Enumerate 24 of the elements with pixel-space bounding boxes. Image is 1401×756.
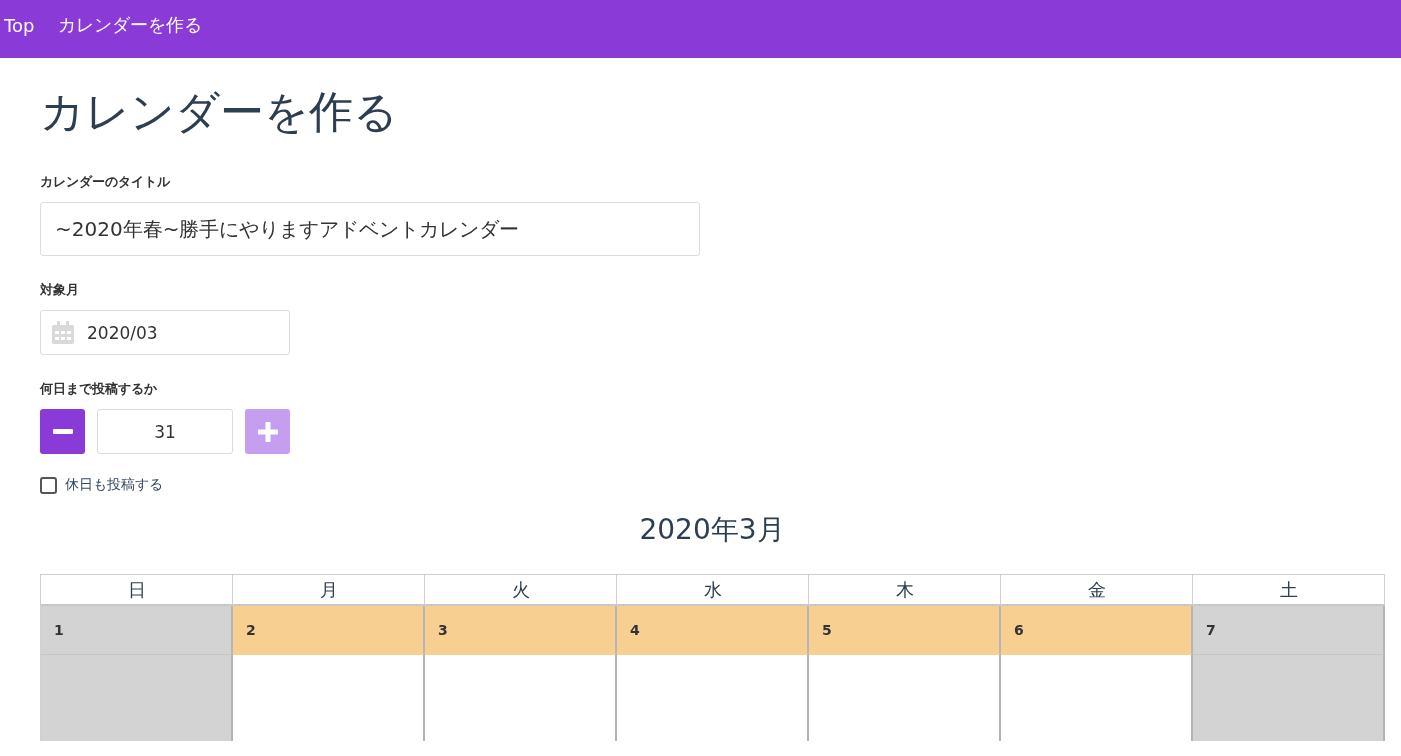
plus-icon [256,420,279,443]
nav-link[interactable]: カレンダーを作る [58,13,203,37]
day-header: 3 [425,606,617,655]
day-header: 5 [809,606,1001,655]
field-label: 何日まで投稿するか [40,381,158,397]
day-header: 1 [41,606,233,655]
month-field[interactable]: 2020/03 [40,310,290,355]
minus-button[interactable] [40,409,85,454]
day-header: 6 [1001,606,1193,655]
month-value: 2020/03 [87,322,158,343]
field-label: 対象月 [40,282,80,298]
checkbox-label[interactable]: 休日も投稿する [65,476,163,494]
page-heading: カレンダーを作る [40,85,399,139]
days-field[interactable]: 31 [97,409,233,454]
day-header: 2 [233,606,425,655]
nav-link[interactable]: Top [4,14,35,36]
calendar-title: 2020年3月 [638,512,786,548]
day-header: 7 [1193,606,1385,655]
title-field[interactable]: ~2020年春~勝手にやりますアドベントカレンダー [40,202,700,256]
field-label: カレンダーのタイトル [40,174,171,190]
day-header: 4 [617,606,809,655]
checkbox[interactable] [40,476,57,494]
minus-icon [52,429,73,434]
calendar-icon [51,319,75,346]
